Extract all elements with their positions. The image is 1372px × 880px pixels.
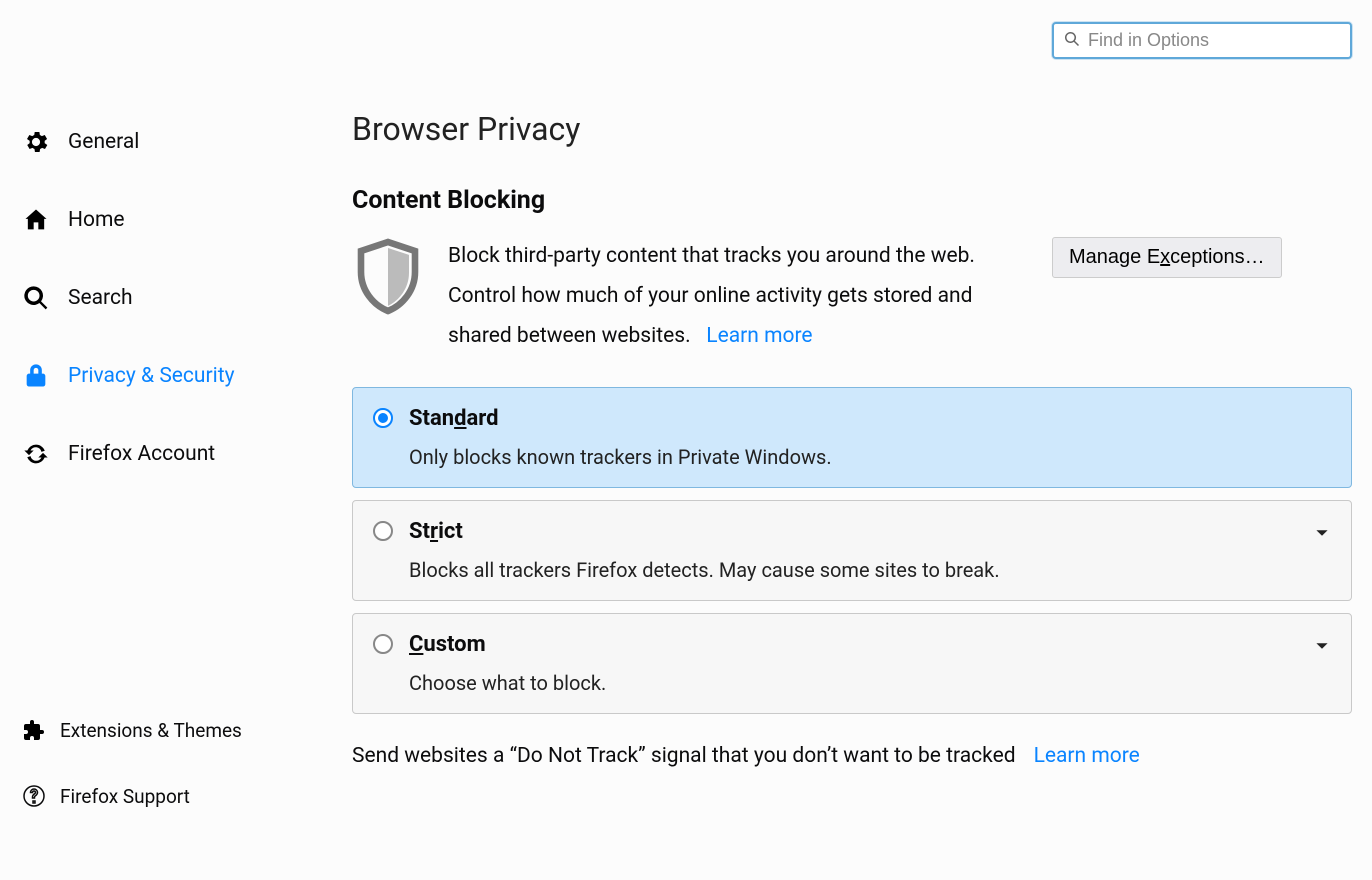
magnify-icon [22,284,50,312]
learn-more-link[interactable]: Learn more [706,324,812,348]
manage-exceptions-button[interactable]: Manage Exceptions… [1052,237,1282,278]
dnt-learn-more-link[interactable]: Learn more [1034,744,1140,768]
sidebar-item-label: Extensions & Themes [60,719,242,742]
sidebar-item-label: Privacy & Security [68,364,235,388]
sidebar-item-label: Home [68,208,125,232]
sidebar-item-label: Search [68,286,133,310]
option-label-custom: Custom [409,632,486,657]
page-title: Browser Privacy [352,110,1352,148]
search-box[interactable] [1052,22,1352,59]
sidebar-item-home[interactable]: Home [18,196,318,244]
sidebar-item-search[interactable]: Search [18,274,318,322]
puzzle-icon [22,718,46,742]
sidebar-item-label: Firefox Account [68,442,215,466]
radio-strict[interactable] [373,521,393,541]
option-head: Custom [373,632,1331,657]
option-custom[interactable]: Custom Choose what to block. [352,613,1352,714]
dnt-text: Send websites a “Do Not Track” signal th… [352,744,1016,768]
option-standard[interactable]: Standard Only blocks known trackers in P… [352,387,1352,488]
sidebar-item-extensions[interactable]: Extensions & Themes [18,708,318,752]
lock-icon [22,362,50,390]
option-head: Strict [373,519,1331,544]
radio-standard[interactable] [373,408,393,428]
sidebar-bottom: Extensions & Themes Firefox Support [18,708,318,840]
search-input[interactable] [1088,30,1340,51]
sidebar-item-account[interactable]: Firefox Account [18,430,318,478]
search-container [1052,22,1352,59]
sync-icon [22,440,50,468]
sidebar-item-label: Firefox Support [60,785,190,808]
search-icon [1064,31,1088,51]
intro-row: Block third-party content that tracks yo… [352,237,1352,357]
option-label-strict: Strict [409,519,463,544]
option-desc-strict: Blocks all trackers Firefox detects. May… [409,558,1331,582]
gear-icon [22,128,50,156]
intro-text-block: Block third-party content that tracks yo… [448,237,1028,357]
sidebar-nav: General Home Search Privacy & Security F… [18,118,318,508]
option-strict[interactable]: Strict Blocks all trackers Firefox detec… [352,500,1352,601]
option-desc-standard: Only blocks known trackers in Private Wi… [409,445,1331,469]
home-icon [22,206,50,234]
option-label-standard: Standard [409,406,499,431]
sidebar-item-support[interactable]: Firefox Support [18,774,318,818]
chevron-down-icon[interactable] [1315,525,1329,539]
chevron-down-icon[interactable] [1315,638,1329,652]
dnt-row: Send websites a “Do Not Track” signal th… [352,744,1352,768]
option-head: Standard [373,406,1331,431]
option-desc-custom: Choose what to block. [409,671,1331,695]
shield-icon [352,237,424,329]
question-icon [22,784,46,808]
main-content: Browser Privacy Content Blocking Block t… [352,110,1352,768]
radio-custom[interactable] [373,634,393,654]
section-title: Content Blocking [352,186,1352,215]
sidebar-item-general[interactable]: General [18,118,318,166]
sidebar-item-privacy[interactable]: Privacy & Security [18,352,318,400]
sidebar-item-label: General [68,130,139,154]
